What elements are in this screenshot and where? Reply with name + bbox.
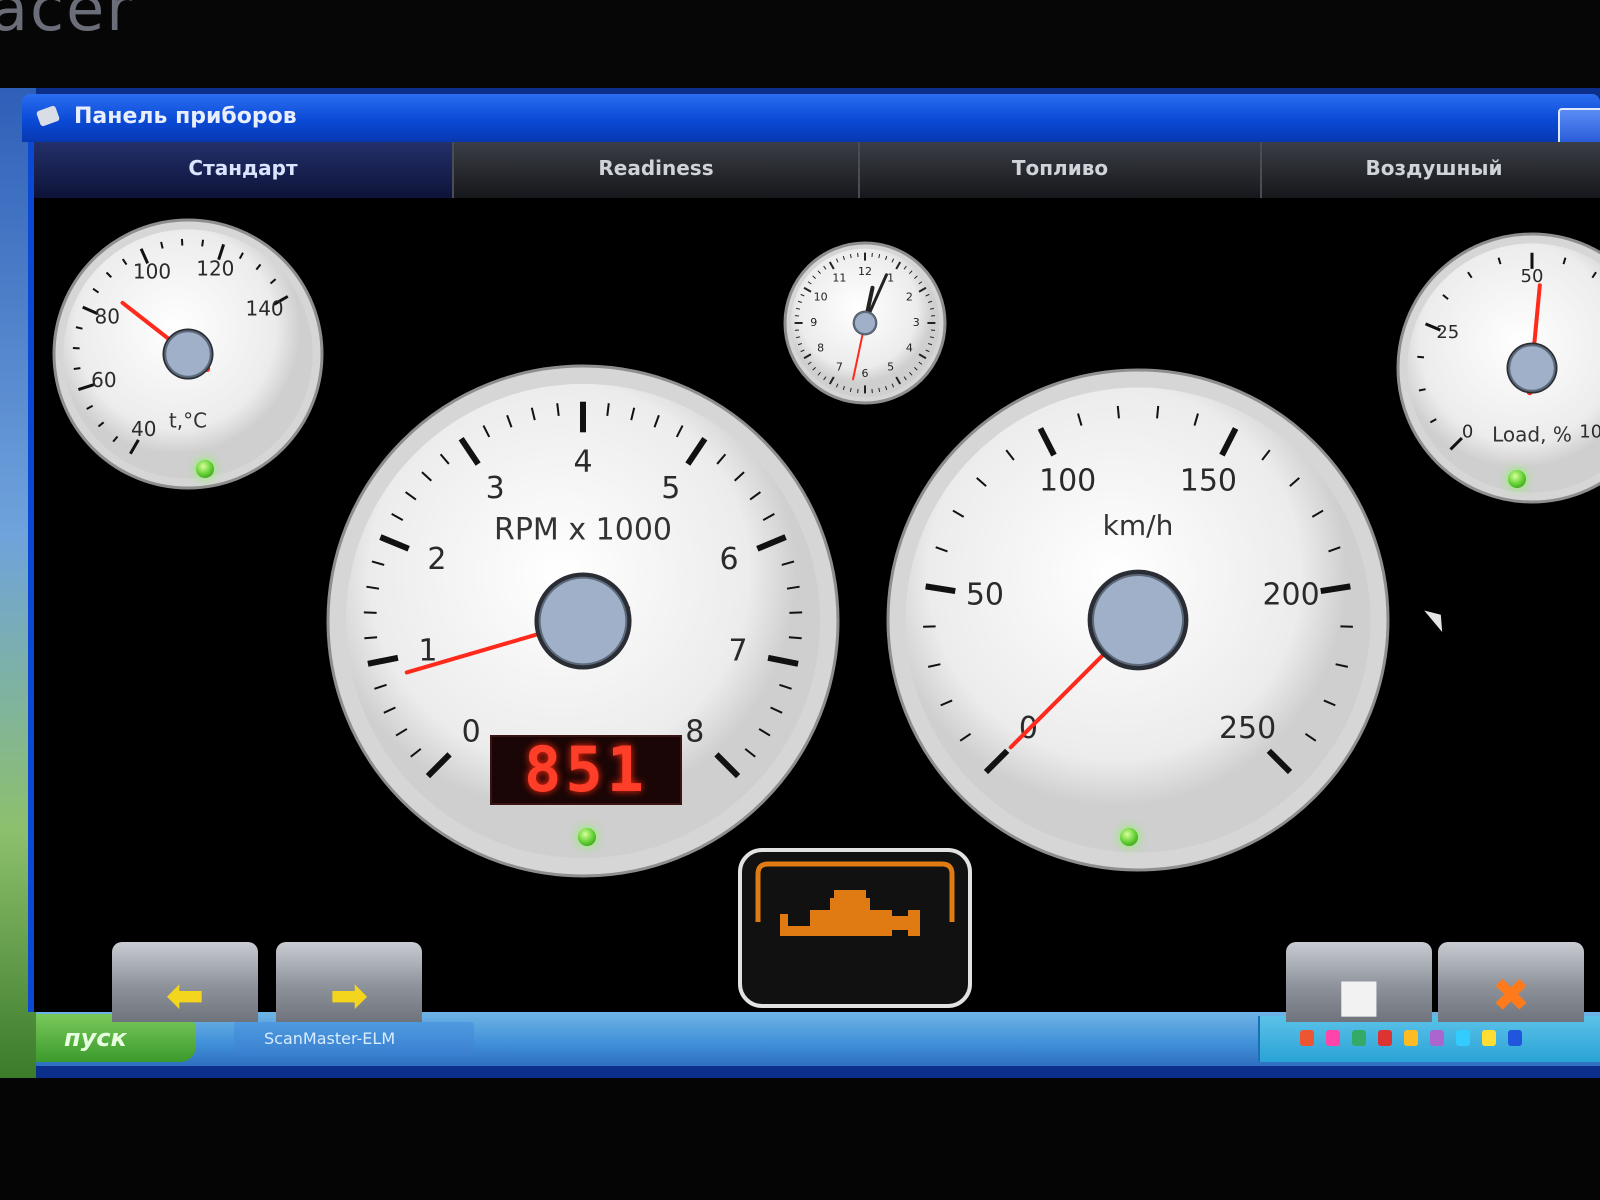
tray-icon[interactable]	[1404, 1030, 1418, 1046]
tab-bar: Стандарт Readiness Топливо Воздушный	[34, 142, 1600, 198]
unit-label: RPM x 1000	[494, 512, 672, 547]
tick-label: 40	[131, 417, 156, 441]
tick-label: 5	[661, 471, 680, 506]
tick-label: 0	[1462, 421, 1473, 442]
rpm-status-led	[578, 828, 596, 846]
prev-button[interactable]: ⬅	[112, 942, 258, 1022]
minor-tick	[1417, 355, 1425, 359]
temp-status-led	[196, 460, 214, 478]
minor-tick	[1156, 405, 1160, 419]
arrow-right-icon: ➡	[329, 968, 369, 1022]
tick-label: 200	[1262, 577, 1319, 612]
tick-label: 60	[91, 368, 116, 392]
tray-icon[interactable]	[1300, 1030, 1314, 1046]
clock-numeral: 11	[832, 272, 846, 285]
clock-numeral: 9	[810, 316, 817, 329]
close-x-icon: ✖	[1491, 968, 1531, 1022]
check-engine-panel	[738, 848, 972, 1008]
minor-tick	[201, 239, 205, 247]
unit-label: Load, %	[1492, 423, 1572, 447]
taskbar-item-scanmaster[interactable]: ScanMaster-ELM	[234, 1022, 474, 1056]
tab-air[interactable]: Воздушный	[1262, 142, 1600, 198]
tab-fuel[interactable]: Топливо	[860, 142, 1262, 198]
close-button[interactable]: ✖	[1438, 942, 1584, 1022]
tick-label: 3	[486, 471, 505, 506]
tick-label: 250	[1219, 711, 1276, 746]
tray-icon[interactable]	[1482, 1030, 1496, 1046]
clock-numeral: 12	[858, 265, 872, 278]
tray-icon[interactable]	[1456, 1030, 1470, 1046]
tick-label: 120	[196, 256, 234, 280]
minor-tick	[364, 636, 378, 640]
minor-tick	[1116, 405, 1120, 419]
minor-tick	[789, 611, 803, 614]
needle-hub	[538, 576, 628, 666]
minor-tick	[1418, 388, 1426, 392]
app-icon	[35, 105, 61, 127]
window-title: Панель приборов	[74, 104, 297, 129]
load-status-led	[1508, 470, 1526, 488]
arrow-left-icon: ⬅	[165, 968, 205, 1022]
clock-numeral: 4	[906, 342, 913, 355]
tick-label: 150	[1180, 463, 1237, 498]
window-titlebar[interactable]: Панель приборов	[22, 94, 1600, 148]
tick-label: 50	[966, 577, 1004, 612]
tick-label: 25	[1436, 322, 1459, 343]
tick-label: 0	[462, 714, 481, 749]
tray-icon[interactable]	[1508, 1030, 1522, 1046]
unit-label: km/h	[1103, 509, 1174, 542]
tick-label: 2	[427, 542, 446, 577]
needle-hub	[853, 311, 877, 335]
needle-hub	[1508, 344, 1556, 392]
unit-label: t,°C	[169, 409, 207, 433]
minor-tick	[788, 636, 802, 640]
tick-label: 80	[94, 305, 119, 329]
coolant-temp-gauge: 40 60 80 100 120 140 t,°C	[52, 218, 324, 490]
tick-label: 8	[685, 714, 704, 749]
tab-standard[interactable]: Стандарт	[34, 142, 454, 198]
needle-hub	[1092, 574, 1184, 666]
tray-icon[interactable]	[1326, 1030, 1340, 1046]
clock-numeral: 1	[887, 272, 894, 285]
tick-label: 6	[720, 542, 739, 577]
monitor-brand-logo: acer	[0, 0, 134, 45]
minor-tick	[73, 367, 81, 371]
stop-button[interactable]: ■	[1286, 942, 1432, 1022]
tick-label: 4	[573, 444, 592, 479]
clock-numeral: 10	[814, 290, 828, 303]
tray-icon[interactable]	[1430, 1030, 1444, 1046]
speed-status-led	[1120, 828, 1138, 846]
system-tray	[1258, 1016, 1600, 1062]
tick-label: 100	[1039, 463, 1096, 498]
tick-label: 140	[245, 296, 283, 320]
tab-readiness[interactable]: Readiness	[454, 142, 860, 198]
engine-warning-icon	[755, 861, 955, 936]
tick-label: 100	[1579, 421, 1600, 442]
clock-numeral: 6	[862, 367, 869, 380]
speedometer-gauge: 050100150200250km/h	[886, 368, 1390, 872]
monitor-bezel-bottom	[0, 1078, 1600, 1200]
engine-load-gauge: 0255075100Load, %	[1396, 232, 1600, 504]
needle-hub	[164, 330, 212, 378]
minor-tick	[363, 611, 377, 614]
square-icon: ■	[1337, 968, 1381, 1022]
clock-numeral: 8	[817, 342, 824, 355]
clock-numeral: 3	[913, 316, 920, 329]
rpm-digital-readout: 851	[490, 735, 682, 805]
tray-icon[interactable]	[1352, 1030, 1366, 1046]
tick-label: 7	[729, 633, 748, 668]
clock-numeral: 2	[906, 290, 913, 303]
tray-icon[interactable]	[1378, 1030, 1392, 1046]
tachometer-gauge: 012345678RPM x 1000	[326, 364, 840, 878]
next-button[interactable]: ➡	[276, 942, 422, 1022]
monitor-bezel-top: acer	[0, 0, 1600, 95]
tick-label: 100	[133, 260, 171, 284]
